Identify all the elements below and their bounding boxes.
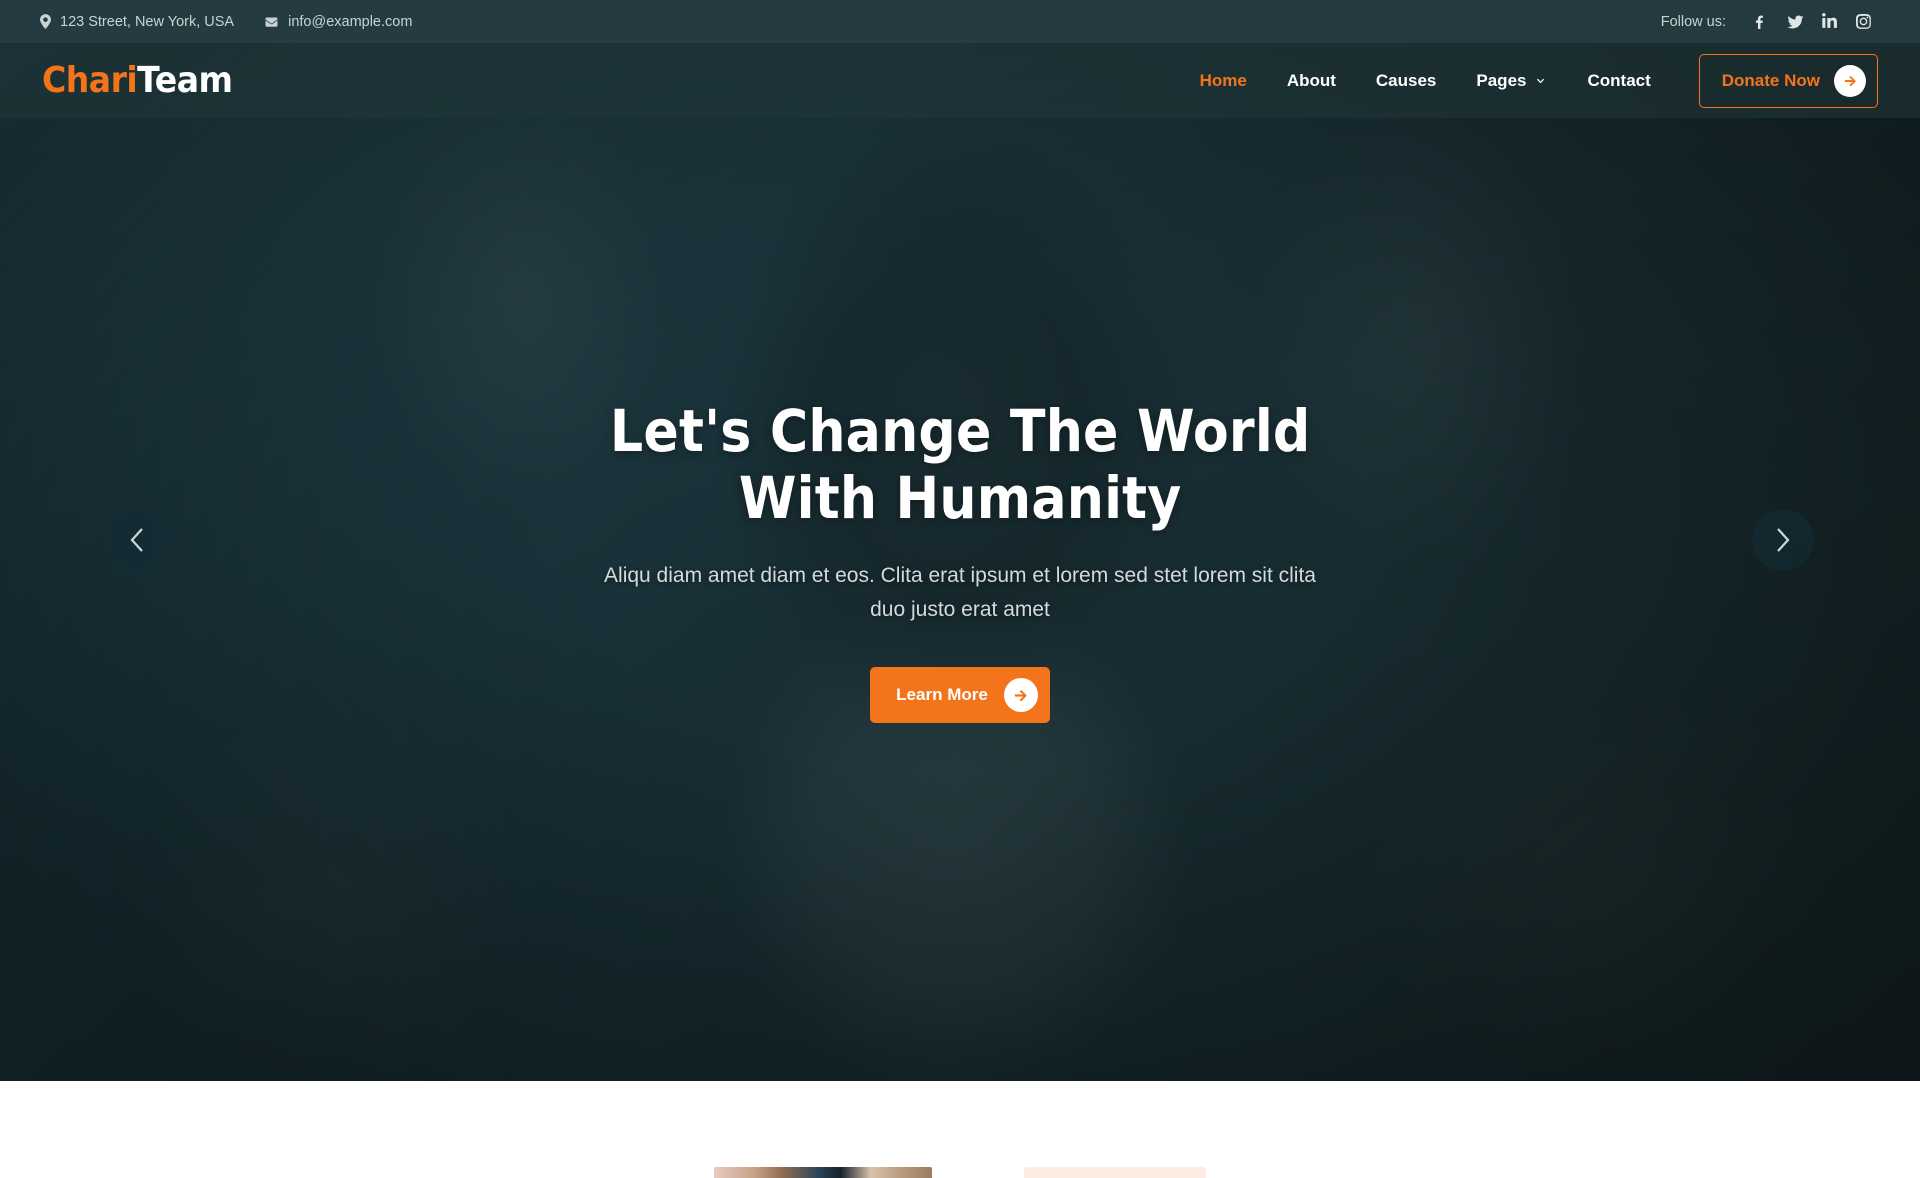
hero-subtitle: Aliqu diam amet diam et eos. Clita erat … [604, 564, 1316, 622]
top-bar: 123 Street, New York, USA info@example.c… [0, 0, 1920, 43]
nav-label-about: About [1286, 70, 1336, 90]
linkedin-icon[interactable] [1812, 5, 1846, 39]
carousel-prev-button[interactable] [106, 509, 168, 571]
nav-item-about[interactable]: About [1267, 71, 1356, 91]
chevron-right-icon [1775, 527, 1791, 553]
email-text: info@example.com [288, 13, 413, 30]
learn-more-button[interactable]: Learn More [870, 667, 1050, 724]
nav-label-causes: Causes [1375, 70, 1437, 90]
facebook-icon[interactable] [1744, 5, 1778, 39]
email-item[interactable]: info@example.com [264, 14, 412, 30]
envelope-icon [264, 16, 279, 28]
next-section-content [0, 1167, 1920, 1178]
logo[interactable]: ChariTeam [42, 60, 233, 101]
hero-section: 123 Street, New York, USA info@example.c… [0, 0, 1920, 1081]
hero-title-line-1: Let's Change The World [609, 396, 1311, 465]
twitter-icon[interactable] [1778, 5, 1812, 39]
next-section [0, 1081, 1920, 1178]
nav-item-causes[interactable]: Causes [1356, 71, 1456, 91]
arrow-right-icon [1834, 64, 1866, 97]
nav-item-home[interactable]: Home [1180, 71, 1267, 91]
nav-label-home: Home [1199, 70, 1247, 90]
nav-label-contact: Contact [1587, 70, 1651, 90]
chevron-left-icon [129, 527, 145, 553]
logo-text-first: Chari [42, 60, 138, 101]
nav-item-pages[interactable]: Pages [1456, 71, 1567, 91]
instagram-icon[interactable] [1846, 5, 1880, 39]
address-text: 123 Street, New York, USA [60, 13, 235, 30]
hero-title-line-2: With Humanity [738, 464, 1182, 533]
arrow-right-icon [1003, 678, 1038, 713]
address-item: 123 Street, New York, USA [40, 14, 234, 30]
learn-more-label: Learn More [896, 685, 988, 705]
carousel-next-button[interactable] [1752, 509, 1814, 571]
page-title: Let's Change The World With Humanity [609, 396, 1311, 534]
main-navigation: Home About Causes Pages Contact Donate N… [1180, 53, 1878, 108]
donate-now-button[interactable]: Donate Now [1698, 53, 1878, 108]
social-links: Follow us: [1661, 5, 1880, 39]
section-image-preview [714, 1167, 932, 1178]
section-card-preview [1024, 1167, 1206, 1178]
nav-label-pages: Pages [1476, 70, 1527, 90]
nav-item-contact[interactable]: Contact [1567, 71, 1670, 91]
donate-now-label: Donate Now [1721, 70, 1820, 90]
follow-us-label: Follow us: [1660, 13, 1726, 30]
site-header: ChariTeam Home About Causes Pages Contac… [0, 43, 1920, 118]
logo-text-second: Team [137, 60, 233, 101]
chevron-down-icon [1534, 77, 1547, 85]
hero-content: Let's Change The World With Humanity Ali… [0, 0, 1920, 1081]
location-pin-icon [40, 14, 51, 29]
